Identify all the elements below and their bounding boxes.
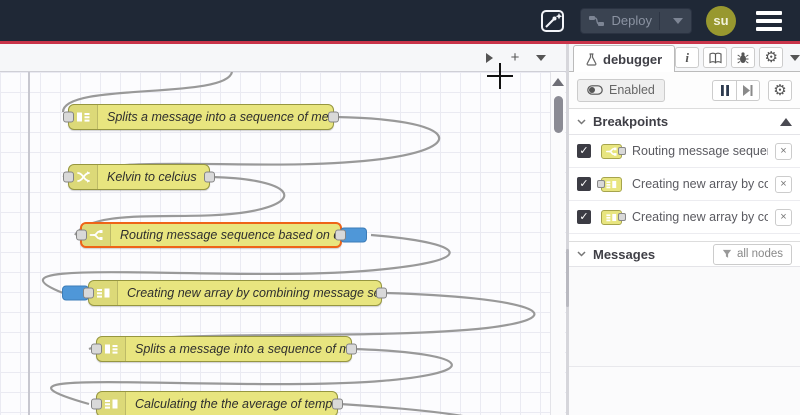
toggle-icon	[587, 85, 603, 95]
join-node-mini-icon	[597, 176, 625, 193]
node-label: Kelvin to celcius	[107, 170, 197, 184]
node-label: Splits a message into a sequence of mess…	[107, 110, 333, 124]
canvas-scrollbar[interactable]	[550, 72, 565, 415]
flow-node-change[interactable]: Kelvin to celcius	[63, 164, 215, 190]
breakpoint-label: Creating new array by combini	[632, 210, 768, 224]
input-port[interactable]	[76, 229, 87, 241]
tab-debugger[interactable]: debugger	[573, 45, 676, 72]
messages-empty-list	[569, 267, 800, 367]
enabled-label: Enabled	[609, 83, 655, 97]
breakpoint-checkbox[interactable]: ✓	[577, 210, 591, 224]
node-label: Routing message sequence based on condit…	[120, 228, 340, 242]
flow-node-join-2[interactable]: Calculating the the average of temperatu…	[91, 391, 343, 415]
gear-icon: ⚙	[773, 81, 787, 99]
messages-section-header[interactable]: Messages all nodes	[569, 241, 800, 267]
output-port[interactable]	[332, 398, 343, 410]
debugger-settings-button[interactable]: ⚙	[768, 79, 792, 101]
output-port[interactable]	[376, 287, 387, 299]
deploy-separator	[659, 11, 660, 30]
breakpoint-row[interactable]: ✓ Creating new array by combini ×	[569, 201, 800, 234]
switch-node-mini-icon	[598, 143, 626, 160]
pause-icon	[720, 84, 729, 96]
breakpoint-row[interactable]: ✓ Creating new array by combini ×	[569, 168, 800, 201]
flow-list-icon[interactable]	[530, 47, 552, 69]
step-button[interactable]	[736, 79, 760, 101]
flow-node-join-1[interactable]: Creating new array by combining message …	[62, 280, 387, 306]
input-port[interactable]	[63, 111, 74, 123]
deploy-button[interactable]: Deploy	[579, 7, 692, 34]
breakpoints-section-header[interactable]: Breakpoints	[569, 109, 800, 135]
input-port[interactable]	[63, 171, 74, 183]
breakpoint-label: Routing message sequence ba	[632, 144, 768, 158]
deploy-label: Deploy	[611, 13, 652, 28]
join-node-mini-icon	[598, 209, 626, 226]
config-tab-button[interactable]: ⚙	[759, 47, 784, 68]
avatar-initials: su	[713, 13, 729, 28]
filter-funnel-icon	[722, 249, 732, 258]
workspace-tab-bar: +	[0, 44, 566, 72]
sidebar-scroll-up-icon[interactable]	[780, 117, 792, 126]
output-port[interactable]	[328, 111, 339, 123]
output-port[interactable]	[335, 229, 346, 241]
chevron-down-icon	[577, 118, 586, 125]
breakpoint-row[interactable]: ✓ Routing message sequence ba ×	[569, 135, 800, 168]
deploy-node-icon	[588, 15, 604, 26]
scroll-up-icon[interactable]	[552, 78, 564, 86]
remove-breakpoint-button[interactable]: ×	[775, 208, 792, 226]
book-icon	[709, 52, 722, 64]
remove-breakpoint-button[interactable]: ×	[775, 175, 792, 193]
bug-icon	[737, 52, 749, 64]
debugger-enabled-toggle[interactable]: Enabled	[577, 78, 665, 102]
sidebar-tab-menu-icon[interactable]	[787, 47, 800, 68]
sidebar-filler	[569, 367, 800, 415]
user-avatar[interactable]: su	[706, 5, 736, 36]
flow-node-switch[interactable]: Routing message sequence based on condit…	[76, 222, 367, 248]
filter-label: all nodes	[736, 248, 783, 260]
breakpoint-checkbox[interactable]: ✓	[577, 144, 591, 158]
scrollbar-thumb[interactable]	[554, 96, 563, 133]
output-port[interactable]	[204, 171, 215, 183]
export-chart-icon[interactable]	[540, 8, 566, 34]
debug-step-controls	[712, 79, 760, 101]
gear-icon: ⚙	[764, 49, 778, 66]
flow-canvas[interactable]: + Splits a message into a sequence of me…	[0, 44, 566, 415]
tab-debugger-label: debugger	[603, 51, 663, 67]
messages-filter-button[interactable]: all nodes	[712, 243, 792, 265]
add-flow-button[interactable]: +	[504, 47, 526, 69]
breakpoint-label: Creating new array by combini	[632, 177, 768, 191]
flask-icon	[586, 52, 597, 66]
breakpoint-checkbox[interactable]: ✓	[577, 177, 591, 191]
sidebar: debugger i ⚙ Enabled ⚙ Breakpoints ✓ Rou…	[569, 44, 800, 415]
help-tab-button[interactable]	[703, 47, 728, 68]
breakpoints-title: Breakpoints	[593, 114, 669, 129]
input-port[interactable]	[91, 343, 102, 355]
pause-button[interactable]	[712, 79, 736, 101]
workspace-grid[interactable]: Splits a message into a sequence of mess…	[0, 72, 566, 415]
sidebar-tab-bar: debugger i ⚙	[569, 44, 800, 72]
flow-node-split-1[interactable]: Splits a message into a sequence of mess…	[63, 104, 339, 130]
input-port[interactable]	[83, 287, 94, 299]
app-header: Deploy su	[0, 0, 800, 41]
messages-title: Messages	[593, 246, 656, 262]
main-menu-icon[interactable]	[750, 7, 788, 35]
chevron-down-icon	[577, 251, 586, 257]
node-red-app: Deploy su + Splits a message into a sequ…	[0, 0, 800, 415]
debugger-toolbar: Enabled ⚙	[569, 72, 800, 109]
output-port[interactable]	[346, 343, 357, 355]
node-label: Calculating the the average of temperatu…	[135, 397, 337, 411]
deploy-caret-icon[interactable]	[673, 17, 683, 24]
tab-scroll-right-icon[interactable]	[478, 47, 500, 69]
flow-node-split-2[interactable]: Splits a message into a sequence of mess…	[91, 336, 357, 362]
step-forward-icon	[743, 84, 753, 96]
node-label: Creating new array by combining message …	[127, 286, 381, 300]
debug-tab-button[interactable]	[731, 47, 756, 68]
workspace-left-edge	[28, 72, 30, 415]
input-port[interactable]	[91, 398, 102, 410]
info-tab-button[interactable]: i	[675, 47, 700, 68]
node-label: Splits a message into a sequence of mess…	[135, 342, 351, 356]
remove-breakpoint-button[interactable]: ×	[775, 142, 792, 160]
